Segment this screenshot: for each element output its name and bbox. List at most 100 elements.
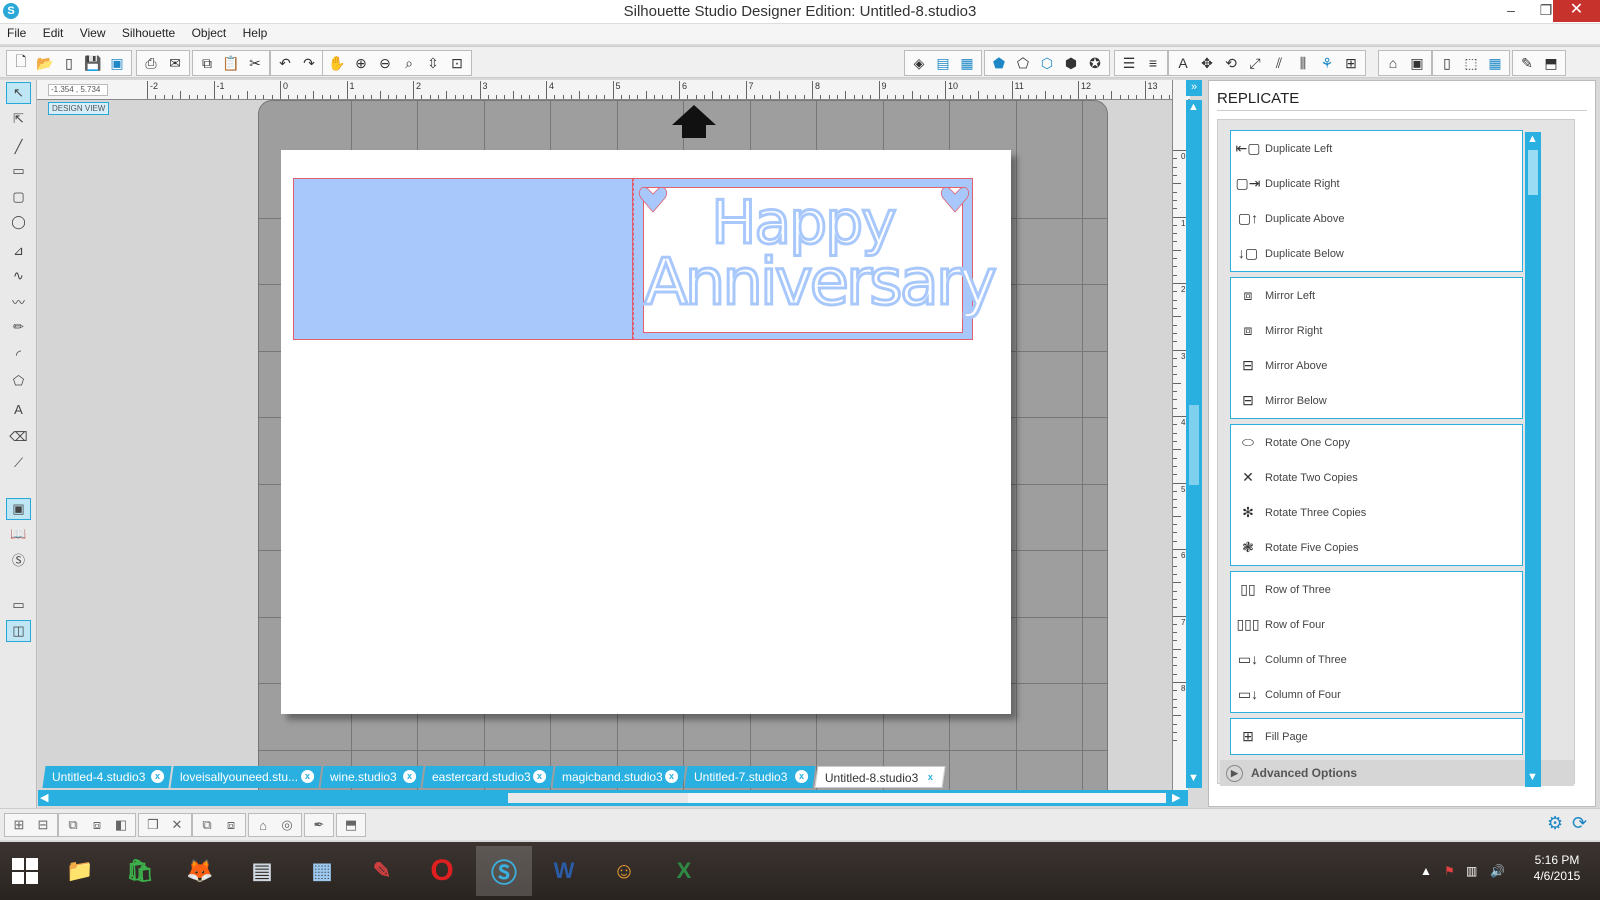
- store-icon[interactable]: ⬚: [1459, 52, 1483, 74]
- action-center-icon[interactable]: ⚑: [1444, 864, 1455, 878]
- text-style-icon[interactable]: A: [1171, 52, 1195, 74]
- canvas-vertical-scrollbar[interactable]: ▲ ▼: [1186, 100, 1202, 788]
- eraser-tool-icon[interactable]: ⌫: [6, 426, 31, 448]
- single-view-icon[interactable]: ▭: [6, 594, 31, 616]
- shear-icon[interactable]: ⫽: [1267, 52, 1291, 74]
- scroll-up-icon[interactable]: ▲: [1188, 101, 1199, 113]
- menu-edit[interactable]: Edit: [37, 24, 70, 42]
- tab-eastercard[interactable]: eastercard.studio3 x: [422, 766, 554, 788]
- vertical-scroll-thumb[interactable]: [1189, 405, 1199, 485]
- send-to-cutter-icon[interactable]: ✉: [163, 52, 187, 74]
- panel-scrollbar[interactable]: ▲ ▼: [1525, 132, 1541, 787]
- paste-icon[interactable]: 📋: [219, 52, 243, 74]
- delete-icon[interactable]: ✕: [165, 815, 189, 835]
- duplicate-below-item[interactable]: ↓▢ Duplicate Below: [1231, 236, 1522, 271]
- tab-loveisallyouneed[interactable]: loveisallyouneed.stu... x: [170, 766, 322, 788]
- collapse-panel-icon[interactable]: »: [1186, 80, 1202, 96]
- offset-icon[interactable]: ⌂: [1381, 52, 1405, 74]
- row-of-four-item[interactable]: ▯▯▯ Row of Four: [1231, 607, 1522, 642]
- design-page-icon[interactable]: ▣: [6, 498, 31, 520]
- line-weight-icon[interactable]: ≡: [1141, 52, 1165, 74]
- knife-tool-icon[interactable]: ⟋: [6, 452, 31, 474]
- tab-close-icon[interactable]: x: [795, 770, 809, 783]
- excel-icon[interactable]: X: [656, 846, 712, 896]
- menu-object[interactable]: Object: [186, 24, 233, 42]
- system-monitor-icon[interactable]: ▤: [234, 846, 290, 896]
- rotate-three-copies-item[interactable]: ✻ Rotate Three Copies: [1231, 495, 1522, 530]
- layers-icon[interactable]: ▦: [1483, 52, 1507, 74]
- regular-polygon-icon[interactable]: ⬠: [6, 370, 31, 392]
- taskbar-clock[interactable]: 5:16 PM 4/6/2015: [1526, 852, 1588, 884]
- tab-wine[interactable]: wine.studio3 x: [320, 766, 424, 788]
- volume-icon[interactable]: 🔊: [1490, 864, 1505, 878]
- happy-text[interactable]: Happy: [644, 191, 962, 256]
- rotate-two-copies-item[interactable]: ✕ Rotate Two Copies: [1231, 460, 1522, 495]
- select-tool-icon[interactable]: ↖: [6, 82, 31, 104]
- paper-page[interactable]: Happy Anniversary: [281, 150, 1011, 714]
- mirror-right-item[interactable]: ⧈ Mirror Right: [1231, 313, 1522, 348]
- send-backward-icon[interactable]: ⧈: [219, 815, 243, 835]
- bring-forward-icon[interactable]: ⧉: [195, 815, 219, 835]
- line-tool-icon[interactable]: ╱: [6, 136, 31, 158]
- duplicate-right-item[interactable]: ▢⇥ Duplicate Right: [1231, 166, 1522, 201]
- minimize-button[interactable]: ‒: [1495, 0, 1527, 22]
- rotate-icon[interactable]: ⟲: [1219, 52, 1243, 74]
- align-icon[interactable]: ⫼: [1291, 52, 1315, 74]
- cut-icon[interactable]: ✂: [243, 52, 267, 74]
- grid-icon[interactable]: ▦: [955, 52, 979, 74]
- canvas-horizontal-scrollbar[interactable]: ◀ ▶: [38, 790, 1188, 806]
- save-icon[interactable]: 💾: [81, 52, 105, 74]
- horizontal-scroll-thumb[interactable]: [508, 793, 688, 803]
- transform-icon[interactable]: ✥: [1195, 52, 1219, 74]
- online-store-icon[interactable]: Ⓢ: [6, 548, 31, 570]
- trace-icon[interactable]: ▣: [1405, 52, 1429, 74]
- rotate-five-copies-item[interactable]: ❃ Rotate Five Copies: [1231, 530, 1522, 565]
- zoom-out-icon[interactable]: ⊖: [373, 52, 397, 74]
- group-icon[interactable]: ⊞: [7, 815, 31, 835]
- polygon-tool-icon[interactable]: ⊿: [6, 240, 31, 262]
- panel-scroll-down-icon[interactable]: ▼: [1527, 771, 1538, 783]
- fit-page-icon[interactable]: ⊡: [445, 52, 469, 74]
- page-setup-icon[interactable]: ▤: [931, 52, 955, 74]
- gradient-icon[interactable]: ⬠: [1011, 52, 1035, 74]
- zoom-in-icon[interactable]: ⊕: [349, 52, 373, 74]
- ungroup-icon[interactable]: ⊟: [31, 815, 55, 835]
- offset-ring-icon[interactable]: ◎: [275, 815, 299, 835]
- rounded-rect-tool-icon[interactable]: ▢: [6, 186, 31, 208]
- color-lines-icon[interactable]: ☰: [1117, 52, 1141, 74]
- tab-close-icon[interactable]: x: [403, 770, 417, 783]
- mirror-above-item[interactable]: ⊟ Mirror Above: [1231, 348, 1522, 383]
- smooth-freehand-icon[interactable]: ✏: [6, 316, 31, 338]
- drag-zoom-icon[interactable]: ⇳: [421, 52, 445, 74]
- people-app-icon[interactable]: ☺: [596, 846, 652, 896]
- duplicate-icon[interactable]: ❒: [141, 815, 165, 835]
- scroll-right-icon[interactable]: ▶: [1172, 791, 1180, 804]
- freehand-tool-icon[interactable]: 〰: [6, 290, 31, 312]
- eyedropper-icon[interactable]: ✒: [307, 815, 331, 835]
- rectangle-tool-icon[interactable]: ▭: [6, 160, 31, 182]
- scroll-left-icon[interactable]: ◀: [40, 791, 48, 804]
- page-flip-icon[interactable]: ⬒: [339, 815, 363, 835]
- tab-untitled-7[interactable]: Untitled-7.studio3 x: [684, 766, 816, 788]
- split-view-icon[interactable]: ◫: [6, 620, 31, 642]
- word-icon[interactable]: W: [536, 846, 592, 896]
- text-tool-icon[interactable]: A: [6, 398, 31, 420]
- scale-icon[interactable]: ⤢: [1243, 52, 1267, 74]
- tab-close-icon[interactable]: x: [533, 770, 547, 783]
- fill-color-icon[interactable]: ◈: [907, 52, 931, 74]
- close-button[interactable]: ✕: [1553, 0, 1600, 22]
- row-of-three-item[interactable]: ▯▯ Row of Three: [1231, 572, 1522, 607]
- mirror-below-item[interactable]: ⊟ Mirror Below: [1231, 383, 1522, 418]
- pan-hand-icon[interactable]: ✋: [325, 52, 349, 74]
- duplicate-left-item[interactable]: ⇤▢ Duplicate Left: [1231, 131, 1522, 166]
- new-file-icon[interactable]: 🗋: [9, 52, 33, 74]
- modify-icon[interactable]: ⊞: [1339, 52, 1363, 74]
- silhouette-studio-taskbar-icon[interactable]: Ⓢ: [476, 846, 532, 896]
- menu-silhouette[interactable]: Silhouette: [116, 24, 181, 42]
- fill-page-item[interactable]: ⊞ Fill Page: [1231, 719, 1522, 754]
- refresh-icon[interactable]: ⟳: [1572, 813, 1587, 834]
- tab-close-icon[interactable]: x: [151, 770, 165, 783]
- menu-view[interactable]: View: [74, 24, 112, 42]
- curve-tool-icon[interactable]: ∿: [6, 265, 31, 287]
- library-icon[interactable]: ▯: [57, 52, 81, 74]
